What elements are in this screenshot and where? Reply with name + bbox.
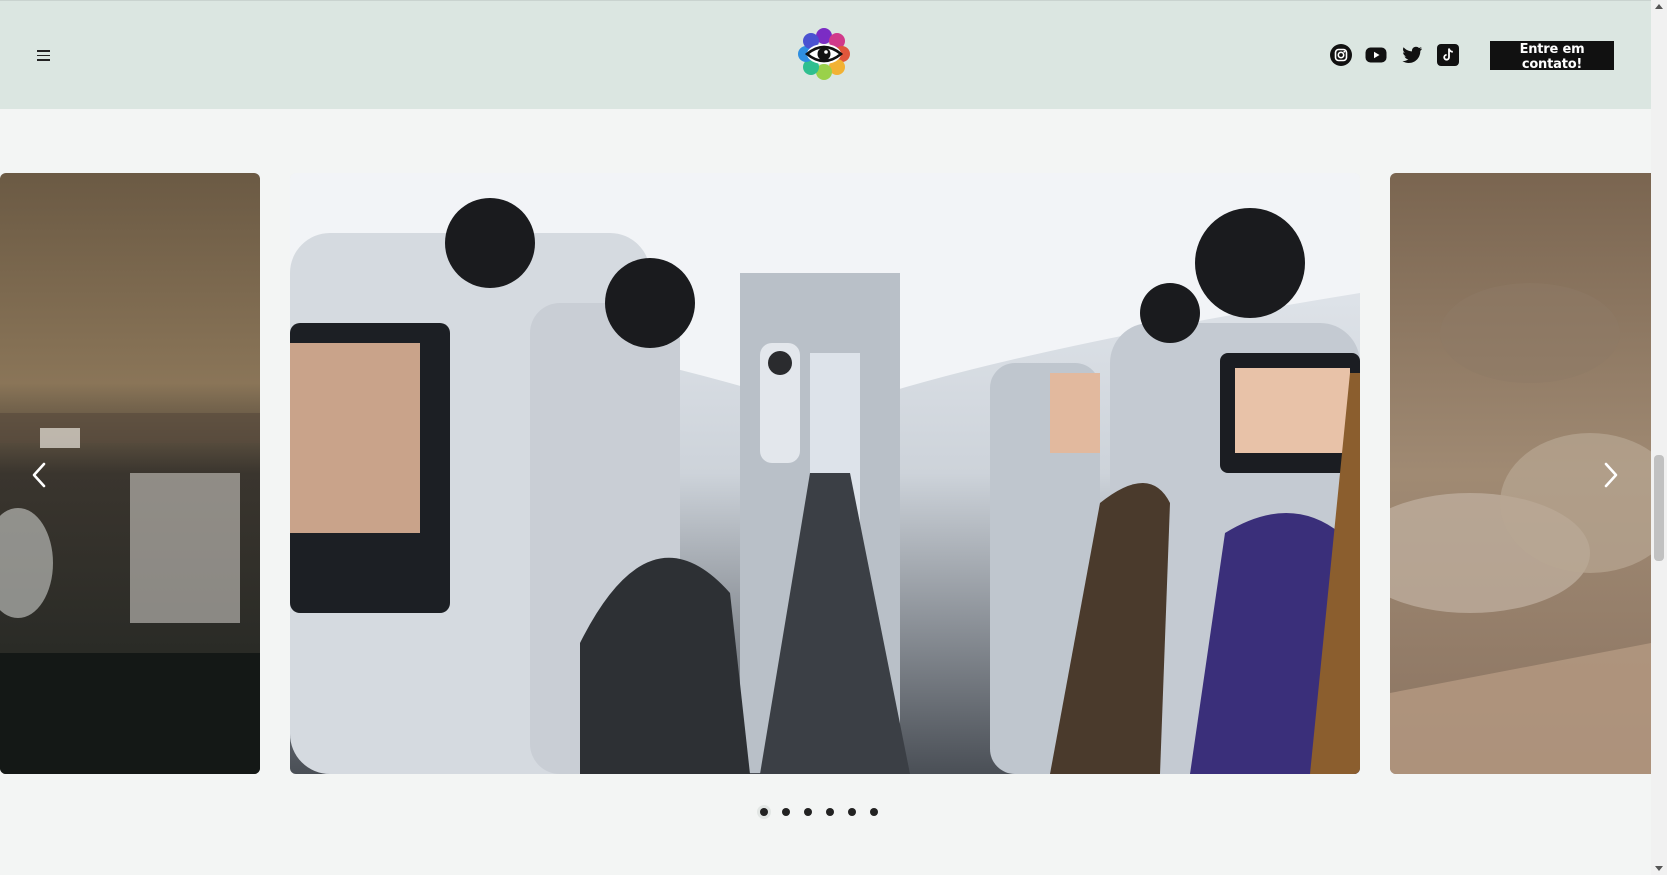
twitter-icon[interactable] [1400,43,1424,67]
tiktok-icon[interactable] [1436,43,1460,67]
vertical-scrollbar[interactable] [1651,0,1667,875]
scrollbar-thumb[interactable] [1654,455,1664,561]
chevron-right-icon[interactable] [1598,460,1622,490]
carousel-dot-3[interactable] [804,808,812,816]
scroll-up-arrow-icon[interactable] [1655,4,1663,9]
airplane-cabin-photo [290,173,1360,774]
instagram-icon[interactable] [1329,43,1353,67]
site-header: Entre em contato! [0,0,1651,109]
carousel-dot-5[interactable] [848,808,856,816]
carousel-dot-4[interactable] [826,808,834,816]
carousel-slide-current[interactable] [290,173,1360,774]
carousel-dot-1[interactable] [760,808,768,816]
contact-button[interactable]: Entre em contato! [1490,41,1614,72]
chevron-left-icon[interactable] [28,460,52,490]
carousel-dot-6[interactable] [870,808,878,816]
youtube-icon[interactable] [1364,43,1388,67]
carousel-pagination [760,808,878,820]
carousel-dot-2[interactable] [782,808,790,816]
scroll-down-arrow-icon[interactable] [1655,866,1663,871]
hamburger-menu-icon[interactable] [37,50,50,61]
eye-flower-logo-icon[interactable] [797,27,851,81]
